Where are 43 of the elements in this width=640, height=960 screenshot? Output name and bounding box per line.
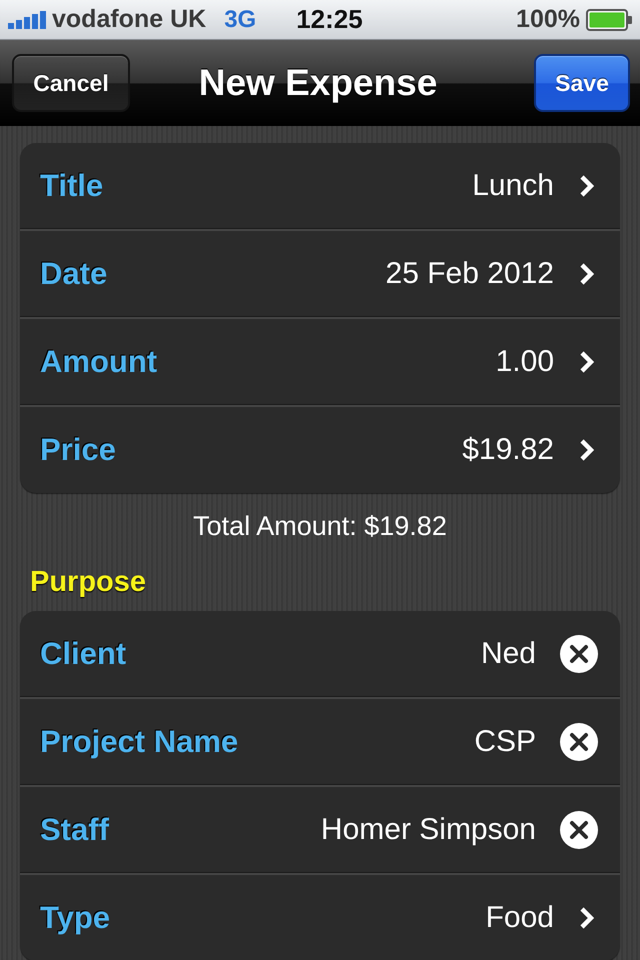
row-label: Amount (40, 344, 158, 380)
form-row[interactable]: Type Food (20, 873, 620, 960)
chevron-icon (580, 907, 594, 929)
form-row[interactable]: Staff Homer Simpson (20, 785, 620, 873)
clock-time: 12:25 (296, 4, 363, 35)
total-amount-text: Total Amount: $19.82 (193, 511, 447, 542)
row-value: Food (486, 901, 554, 935)
form-row[interactable]: Amount 1.00 (20, 317, 620, 405)
battery-percent: 100% (516, 5, 580, 34)
carrier-name: vodafone UK (52, 5, 206, 34)
clear-icon[interactable] (560, 723, 598, 761)
clear-icon[interactable] (560, 635, 598, 673)
clear-icon[interactable] (560, 811, 598, 849)
form-row[interactable]: Project Name CSP (20, 697, 620, 785)
form-row[interactable]: Title Lunch (20, 143, 620, 229)
signal-bars-icon (8, 10, 46, 28)
row-value: 1.00 (496, 345, 554, 379)
save-button[interactable]: Save (534, 54, 630, 112)
screen-title: New Expense (198, 62, 438, 104)
row-value: CSP (474, 725, 536, 759)
row-value: 25 Feb 2012 (386, 257, 554, 291)
row-value: $19.82 (462, 433, 554, 467)
section-header: Purpose (30, 566, 146, 599)
row-label: Date (40, 256, 108, 292)
row-label: Client (40, 636, 126, 672)
row-label: Title (40, 168, 104, 204)
form-row[interactable]: Client Ned (20, 611, 620, 697)
row-label: Type (40, 900, 110, 936)
row-label: Project Name (40, 724, 238, 760)
chevron-icon (580, 439, 594, 461)
form-row[interactable]: Price $19.82 (20, 405, 620, 493)
row-value: Ned (480, 637, 536, 671)
chevron-icon (580, 175, 594, 197)
row-label: Staff (40, 812, 109, 848)
chevron-icon (580, 263, 594, 285)
network-type: 3G (224, 6, 256, 34)
row-value: Lunch (472, 169, 554, 203)
battery-icon (586, 8, 632, 30)
row-label: Price (40, 432, 116, 468)
row-value: Homer Simpson (320, 813, 536, 847)
cancel-button[interactable]: Cancel (12, 54, 130, 112)
chevron-icon (580, 351, 594, 373)
form-row[interactable]: Date 25 Feb 2012 (20, 229, 620, 317)
